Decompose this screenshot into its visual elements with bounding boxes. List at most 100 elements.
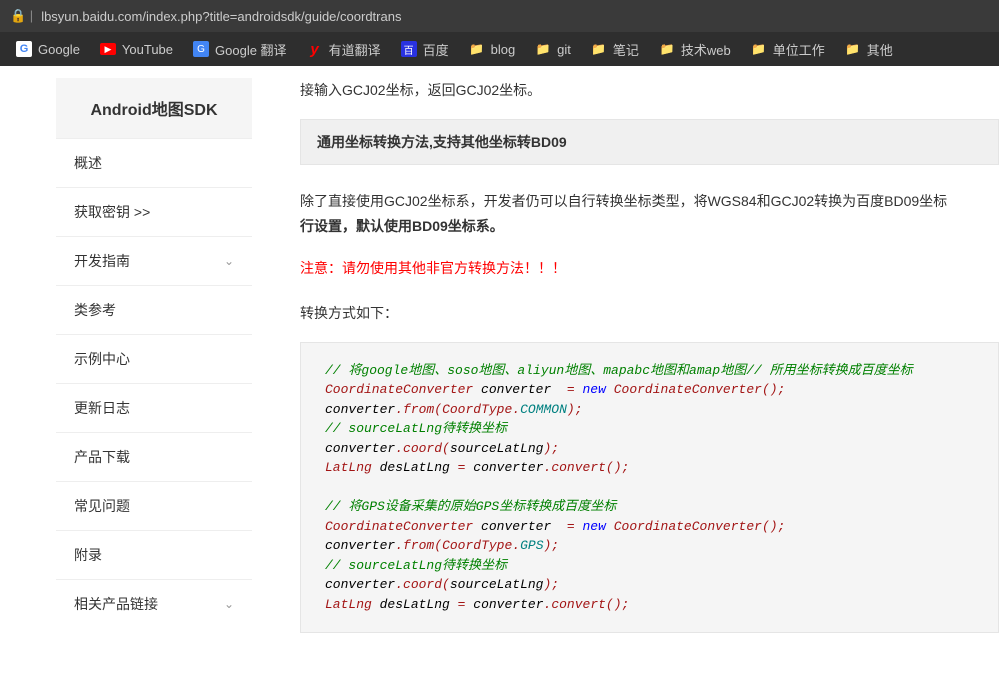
lock-icon: 🔒 | [10,8,33,24]
code-method: from [403,402,434,417]
code-punct: (); [762,519,785,534]
code-punct: . [512,538,520,553]
paragraph-howto: 转换方式如下： [300,301,999,326]
intro-tail: 接输入GCJ02坐标，返回GCJ02坐标。 [300,78,999,103]
translate-icon: G [193,41,209,57]
sidebar-item-classref[interactable]: 类参考 [56,285,252,334]
bookmark-youtube[interactable]: ▶ YouTube [92,38,181,61]
code-id: converter [325,538,395,553]
code-id: converter [325,441,395,456]
code-enum: COMMON [520,402,567,417]
bookmark-bar: G Google ▶ YouTube G Google 翻译 y 有道翻译 百 … [0,32,999,66]
code-id: converter [473,597,543,612]
google-icon: G [16,41,32,57]
code-punct: . [395,577,403,592]
sidebar-item-devguide[interactable]: 开发指南 ⌄ [56,236,252,285]
code-method: coord [403,577,442,592]
section-header: 通用坐标转换方法,支持其他坐标转BD09 [300,119,999,165]
chevron-down-icon: ⌄ [224,254,234,268]
code-punct: ( [434,402,442,417]
paragraph-desc: 除了直接使用GCJ02坐标系，开发者仍可以自行转换坐标类型，将WGS84和GCJ… [300,189,999,239]
bookmark-baidu[interactable]: 百 百度 [393,36,457,63]
code-type: CoordType [442,402,512,417]
code-id: sourceLatLng [450,577,544,592]
bookmark-label: git [557,42,571,57]
sidebar-item-download[interactable]: 产品下载 [56,432,252,481]
code-id: sourceLatLng [450,441,544,456]
code-type: CoordinateConverter [325,519,473,534]
bookmark-label: 百度 [423,40,449,59]
sidebar-item-label: 产品下载 [74,447,130,467]
code-method: convert [551,597,606,612]
main-content: 接输入GCJ02坐标，返回GCJ02坐标。 通用坐标转换方法,支持其他坐标转BD… [252,66,999,687]
sidebar-item-label: 概述 [74,153,102,173]
code-punct: ); [543,441,559,456]
bookmark-label: YouTube [122,42,173,57]
bookmark-google-translate[interactable]: G Google 翻译 [185,36,295,63]
code-keyword: new [583,519,606,534]
bookmark-youdao[interactable]: y 有道翻译 [299,36,389,63]
sidebar-item-faq[interactable]: 常见问题 [56,481,252,530]
bookmark-google[interactable]: G Google [8,37,88,61]
code-id: converter [481,519,551,534]
chevron-down-icon: ⌄ [224,597,234,611]
code-id: converter [481,382,551,397]
code-method: convert [551,460,606,475]
code-punct: . [395,402,403,417]
sidebar-item-label: 开发指南 [74,251,130,271]
bookmark-folder-blog[interactable]: 📁 blog [461,37,524,61]
bookmark-folder-techweb[interactable]: 📁 技术web [651,36,739,63]
code-punct: (); [762,382,785,397]
code-punct: ); [543,577,559,592]
sidebar-item-getkey[interactable]: 获取密钥 >> [56,187,252,236]
code-method: coord [403,441,442,456]
code-punct: ); [544,538,560,553]
sidebar-item-label: 常见问题 [74,496,130,516]
url-bar[interactable]: 🔒 | lbsyun.baidu.com/index.php?title=and… [0,0,999,32]
sidebar-item-examples[interactable]: 示例中心 [56,334,252,383]
code-type: CoordType [442,538,512,553]
sidebar-item-label: 获取密钥 >> [74,202,150,222]
bookmark-label: blog [491,42,516,57]
code-punct: ); [567,402,583,417]
bookmark-folder-other[interactable]: 📁 其他 [837,36,901,63]
bookmark-folder-notes[interactable]: 📁 笔记 [583,36,647,63]
code-punct: . [395,538,403,553]
code-op: = [567,519,575,534]
code-type: CoordinateConverter [614,382,762,397]
page-body: Android地图SDK 概述 获取密钥 >> 开发指南 ⌄ 类参考 示例中心 … [0,66,999,687]
bookmark-label: 单位工作 [773,40,825,59]
sidebar-item-appendix[interactable]: 附录 [56,530,252,579]
code-block[interactable]: // 将google地图、soso地图、aliyun地图、mapabc地图和am… [300,342,999,634]
sidebar-item-related[interactable]: 相关产品链接 ⌄ [56,579,252,628]
code-comment: // sourceLatLng待转换坐标 [325,421,507,436]
bookmark-label: 有道翻译 [329,40,381,59]
bookmark-folder-git[interactable]: 📁 git [527,37,579,61]
sidebar-title: Android地图SDK [56,78,252,138]
bookmark-label: 其他 [867,40,893,59]
code-punct: . [395,441,403,456]
code-op: = [458,460,466,475]
sidebar-item-label: 示例中心 [74,349,130,369]
code-op: = [567,382,575,397]
sidebar-item-changelog[interactable]: 更新日志 [56,383,252,432]
code-enum: GPS [520,538,543,553]
folder-icon: 📁 [845,41,861,57]
sidebar-item-label: 类参考 [74,300,116,320]
bookmark-label: 技术web [681,40,731,59]
bookmark-label: Google [38,42,80,57]
folder-icon: 📁 [659,41,675,57]
code-keyword: new [583,382,606,397]
code-id: converter [473,460,543,475]
text: 除了直接使用GCJ02坐标系，开发者仍可以自行转换坐标类型，将WGS84和GCJ… [300,193,947,209]
code-punct: ( [442,441,450,456]
code-comment: // 将GPS设备采集的原始GPS坐标转换成百度坐标 [325,499,616,514]
sidebar: Android地图SDK 概述 获取密钥 >> 开发指南 ⌄ 类参考 示例中心 … [56,78,252,687]
code-id: desLatLng [380,460,450,475]
youdao-icon: y [307,41,323,57]
youtube-icon: ▶ [100,43,116,55]
sidebar-item-overview[interactable]: 概述 [56,138,252,187]
code-punct: (); [606,460,629,475]
code-punct: ( [442,577,450,592]
bookmark-folder-work[interactable]: 📁 单位工作 [743,36,833,63]
